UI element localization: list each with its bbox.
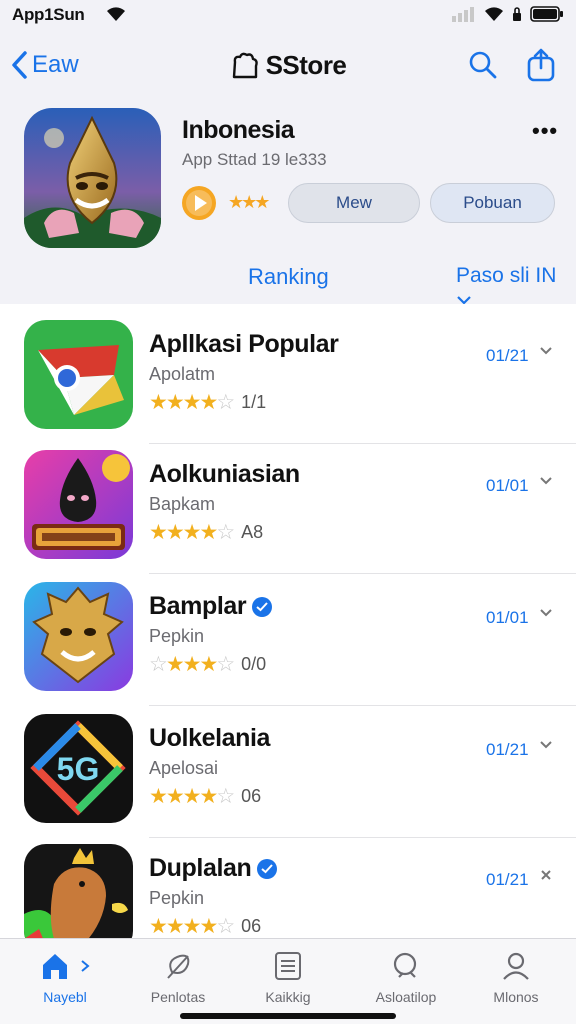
share-icon	[527, 48, 555, 82]
rating-count: 06	[241, 916, 262, 936]
app-rating: ★★★★☆ 1/1	[149, 390, 266, 415]
ranking-tab[interactable]: Ranking	[248, 264, 329, 290]
wifi-icon	[106, 6, 126, 27]
popular-button[interactable]: Pobuan	[430, 183, 555, 223]
app-title: Bamplar	[149, 592, 273, 621]
app-date: 01/21	[486, 870, 529, 889]
tab-bar: Nayebl Penlotas Kaikkig Asloatilop Mlono…	[0, 938, 576, 1024]
tab-home[interactable]: Nayebl	[10, 949, 120, 1005]
rating-stars: ★★★★☆	[149, 391, 235, 414]
list-item[interactable]: 5G Uolkelania Apelosai ★★★★☆ 06 01/21	[0, 706, 576, 838]
app-category: Pepkin	[149, 626, 205, 646]
tab-label: Asloatilop	[375, 989, 437, 1005]
person-icon	[503, 952, 529, 980]
verified-badge-icon	[252, 596, 273, 617]
app-rating: ☆★★★☆ 0/0	[149, 652, 266, 677]
chevron-down-icon[interactable]	[539, 474, 553, 492]
featured-app-subtitle: App Sttad 19 le333	[182, 150, 327, 169]
tab-label: Penlotas	[150, 989, 206, 1005]
navigation-bar: Eaw SStore	[0, 40, 576, 90]
store-title-label: SStore	[265, 50, 347, 80]
rating-count: 0/0	[241, 654, 267, 674]
rating-stars: ★★★★☆	[149, 915, 235, 938]
app-rating: ★★★★☆ A8	[149, 520, 263, 545]
search-icon	[469, 51, 497, 79]
list-item[interactable]: Apllkasi Popular Apolatm ★★★★☆ 1/1 01/21	[0, 312, 576, 444]
tab-label: Mlonos	[493, 989, 539, 1005]
carrier-label: App1Sun	[12, 5, 85, 24]
app-icon-game	[24, 450, 133, 559]
app-rating: ★★★★☆ 06	[149, 784, 261, 809]
app-category: Apolatm	[149, 364, 216, 384]
status-bar: App1Sun	[0, 0, 576, 30]
chevron-down-icon[interactable]	[539, 738, 553, 756]
featured-rating-stars: ★★★	[228, 192, 270, 212]
app-title: Aolkuniasian	[149, 460, 300, 488]
app-ranking-list: Apllkasi Popular Apolatm ★★★★☆ 1/1 01/21…	[0, 304, 576, 953]
rating-count: A8	[241, 522, 264, 542]
app-title: Apllkasi Popular	[149, 330, 339, 358]
app-category: Pepkin	[149, 888, 205, 908]
app-icon-mask	[24, 582, 133, 691]
tab-label: Nayebl	[43, 989, 87, 1005]
rating-count: 1/1	[241, 392, 267, 412]
app-title: Duplalan	[149, 854, 278, 883]
signal-icon	[452, 7, 474, 22]
app-category: Bapkam	[149, 494, 216, 514]
app-date: 01/01	[486, 608, 529, 627]
tab-penlotas[interactable]: Penlotas	[123, 949, 233, 1005]
featured-app-icon[interactable]	[24, 108, 161, 248]
lock-icon	[513, 7, 521, 21]
app-icon-5g: 5G	[24, 714, 133, 823]
close-icon[interactable]	[539, 868, 553, 886]
app-date: 01/21	[486, 346, 529, 365]
verified-badge-icon	[257, 858, 278, 879]
featured-app-header: Inbonesia App Sttad 19 le333 ••• ★★★ Mew…	[0, 100, 576, 305]
home-icon	[43, 954, 67, 979]
rating-count: 06	[241, 786, 262, 806]
app-icon-chrome	[24, 320, 133, 429]
featured-app-name: Inbonesia	[182, 116, 295, 144]
app-category: Apelosai	[149, 758, 219, 778]
rating-stars: ★★★★☆	[149, 521, 235, 544]
app-rating: ★★★★☆ 06	[149, 914, 261, 939]
home-indicator	[180, 1013, 396, 1019]
rating-stars: ★★★★☆	[149, 785, 235, 808]
rating-stars: ☆★★★☆	[149, 653, 235, 676]
app-icon-animal	[24, 844, 133, 953]
chevron-right-icon	[81, 960, 90, 972]
svg-text:5G: 5G	[57, 751, 100, 787]
play-icon	[186, 190, 212, 216]
app-title: Uolkelania	[149, 724, 271, 752]
share-button[interactable]	[526, 48, 556, 87]
store-bag-icon	[232, 52, 258, 78]
list-item[interactable]: Aolkuniasian Bapkam ★★★★☆ A8 01/01	[0, 442, 576, 574]
chevron-down-icon[interactable]	[539, 606, 553, 624]
play-preview-button[interactable]	[182, 186, 216, 220]
more-options-button[interactable]: •••	[532, 118, 558, 144]
battery-icon	[530, 6, 563, 22]
chevron-down-icon[interactable]	[539, 344, 553, 362]
tab-label: Kaikkig	[265, 989, 311, 1005]
list-item[interactable]: Bamplar Pepkin ☆★★★☆ 0/0 01/01	[0, 574, 576, 706]
segment-filter-label: Paso sli IN	[456, 264, 557, 287]
app-date: 01/21	[486, 740, 529, 759]
search-icon	[393, 952, 417, 978]
list-icon	[275, 952, 301, 980]
app-date: 01/01	[486, 476, 529, 495]
status-indicators	[452, 6, 564, 22]
tab-asloatilop[interactable]: Asloatilop	[351, 949, 461, 1005]
new-button[interactable]: Mew	[288, 183, 420, 223]
tab-mlonos[interactable]: Mlonos	[461, 949, 571, 1005]
tab-kaikkig[interactable]: Kaikkig	[233, 949, 343, 1005]
wifi-icon	[485, 7, 503, 21]
search-button[interactable]	[468, 50, 498, 85]
feather-icon	[167, 954, 190, 979]
